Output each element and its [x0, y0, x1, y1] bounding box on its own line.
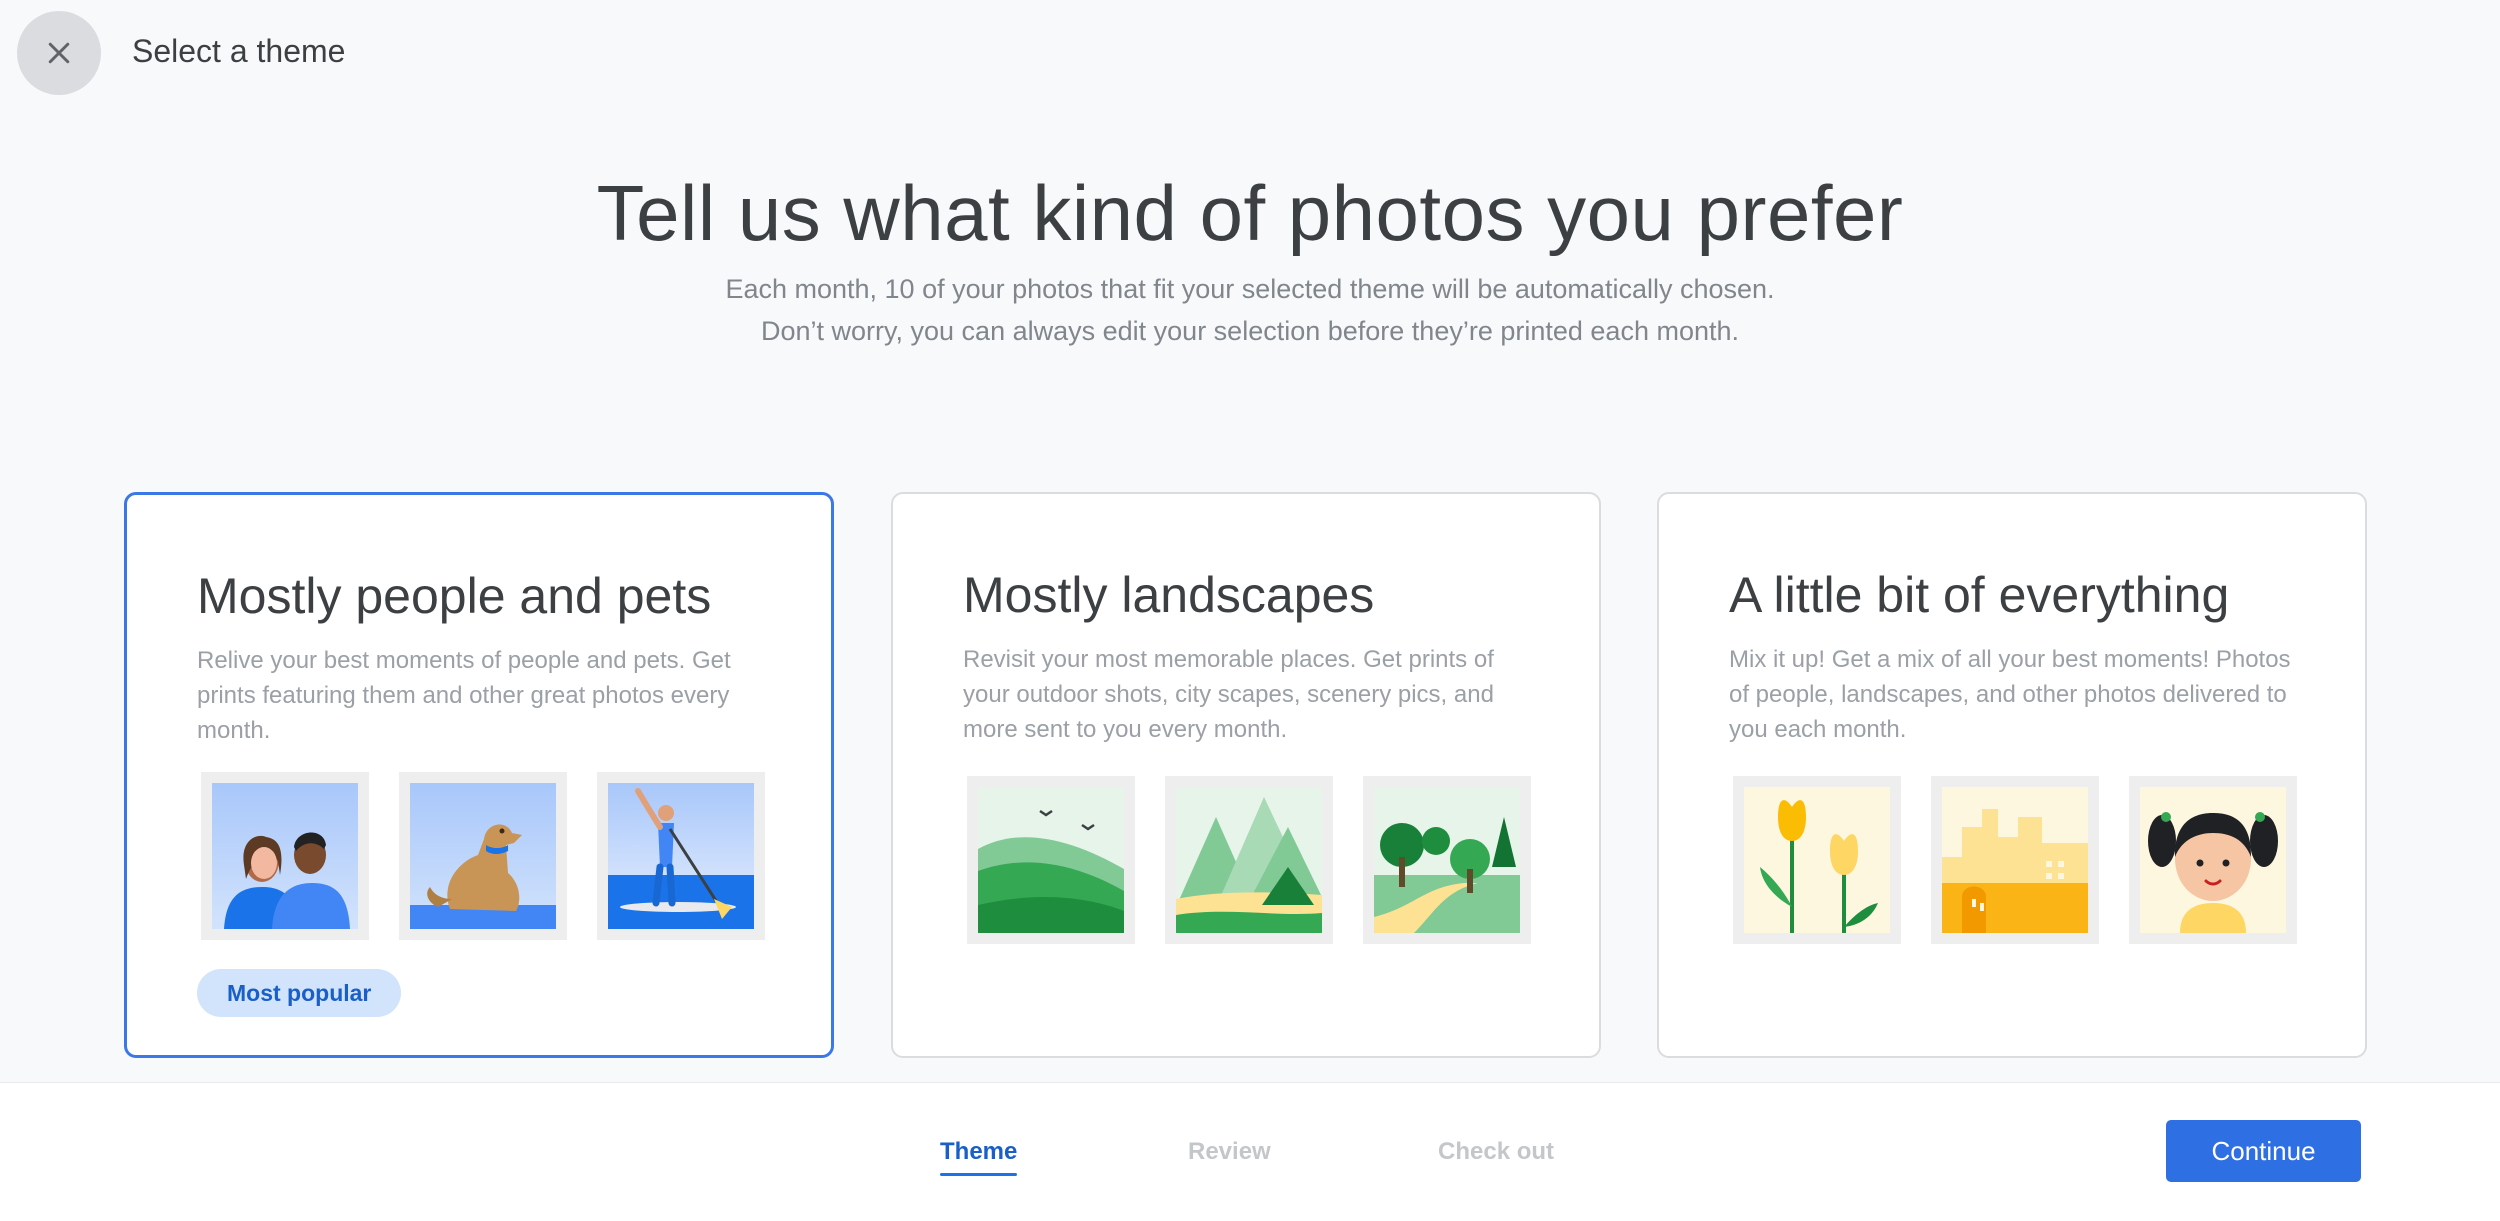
theme-card-landscapes[interactable]: Mostly landscapes Revisit your most memo…: [891, 492, 1601, 1058]
hero-subtitle-line-1: Each month, 10 of your photos that fit y…: [725, 274, 1775, 304]
step-review[interactable]: Review: [1188, 1138, 1271, 1166]
step-check-out[interactable]: Check out: [1438, 1138, 1554, 1166]
theme-card-everything[interactable]: A little bit of everything Mix it up! Ge…: [1657, 492, 2367, 1058]
page-title: Select a theme: [132, 33, 346, 69]
paddleboard-illustration: [597, 772, 765, 940]
card-description: Mix it up! Get a mix of all your best mo…: [1729, 646, 2291, 743]
step-theme[interactable]: Theme: [940, 1138, 1018, 1176]
hero-title: Tell us what kind of photos you prefer: [596, 169, 1904, 257]
forest-path-illustration: [1363, 776, 1531, 944]
close-button[interactable]: [17, 11, 101, 95]
card-title: Mostly people and pets: [197, 568, 712, 624]
card-title: A little bit of everything: [1729, 567, 2230, 623]
bottom-bar: Theme Review Check out Continue: [0, 1082, 2500, 1221]
close-icon: [48, 42, 70, 64]
card-title: Mostly landscapes: [963, 567, 1375, 623]
hero-subtitle-line-2: Don’t worry, you can always edit your se…: [761, 316, 1739, 346]
most-popular-badge: Most popular: [197, 969, 402, 1017]
card-description: Relive your best moments of people and p…: [197, 647, 731, 744]
theme-card-people-pets[interactable]: Mostly people and pets Relive your best …: [124, 492, 834, 1058]
card-description: Revisit your most memorable places. Get …: [963, 646, 1494, 743]
girl-portrait-illustration: [2129, 776, 2297, 944]
dog-illustration: [399, 772, 567, 940]
continue-button[interactable]: Continue: [2166, 1120, 2361, 1182]
hills-illustration: [967, 776, 1135, 944]
city-illustration: [1931, 776, 2099, 944]
mountains-tent-illustration: [1165, 776, 1333, 944]
tulips-illustration: [1733, 776, 1901, 944]
couple-illustration: [201, 772, 369, 940]
